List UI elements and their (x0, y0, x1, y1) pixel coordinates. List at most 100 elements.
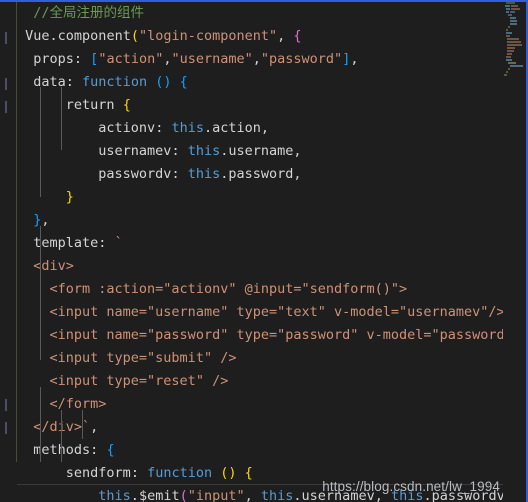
code-token: Vue (25, 28, 50, 44)
code-line[interactable]: methods: { (17, 439, 503, 462)
code-token: { (179, 74, 188, 90)
code-line[interactable]: }, (17, 209, 503, 232)
minimap-segment (503, 23, 509, 25)
minimap-segment (510, 23, 517, 25)
code-token: : (65, 74, 83, 90)
fold-rail (16, 2, 17, 462)
code-line[interactable]: Vue.component("login-component", { (17, 25, 503, 48)
code-line[interactable]: //全局注册的组件 (17, 2, 503, 25)
code-token: { (122, 97, 131, 113)
minimap-segment (511, 5, 518, 7)
minimap-segment (503, 41, 506, 43)
minimap-segment (511, 8, 520, 10)
code-line[interactable]: template: ` (17, 232, 503, 255)
code-token: . (203, 120, 213, 136)
code-token: <input type="submit" /> (49, 350, 237, 366)
code-token: template (33, 235, 99, 251)
minimap-segment (510, 20, 517, 22)
gutter-change-marker[interactable] (5, 422, 7, 434)
minimap-segment (510, 11, 515, 13)
minimap-segment (506, 8, 510, 10)
minimap[interactable] (503, 2, 524, 502)
gutter-change-marker[interactable] (5, 101, 7, 113)
code-token: function (82, 74, 148, 90)
minimap-segment (503, 11, 505, 13)
minimap-segment (503, 47, 506, 49)
code-line[interactable]: <input name="username" type="text" v-mod… (17, 301, 503, 324)
minimap-segment (508, 68, 510, 70)
code-token: passwordv (98, 166, 172, 182)
code-token: this (187, 143, 221, 159)
code-line[interactable]: actionv: this.action, (17, 117, 503, 140)
code-token: : (73, 51, 91, 67)
code-line[interactable]: return { (17, 94, 503, 117)
editor-gutter[interactable] (0, 2, 16, 502)
code-text-area[interactable]: //全局注册的组件 Vue.component("login-component… (17, 2, 503, 502)
minimap-segment (507, 53, 512, 55)
code-token: function (147, 465, 213, 481)
gutter-change-marker[interactable] (5, 32, 7, 44)
code-token: props (33, 51, 74, 67)
code-token: sendform (65, 465, 131, 481)
minimap-segment (503, 59, 505, 61)
code-line[interactable]: } (17, 186, 503, 209)
minimap-segment (506, 29, 508, 31)
code-token: <div> (33, 258, 74, 274)
code-line[interactable]: <div> (17, 255, 503, 278)
code-line[interactable]: <input name="password" type="password" v… (17, 324, 503, 347)
minimap-segment (510, 17, 516, 19)
code-line[interactable]: <form :action="actionv" @input="sendform… (17, 278, 503, 301)
code-token: . (293, 488, 302, 502)
code-token: , (252, 51, 261, 67)
minimap-segment (503, 44, 506, 46)
minimap-segment (507, 41, 521, 43)
code-token: , (260, 120, 270, 136)
code-token: , (244, 488, 261, 502)
gutter-change-marker[interactable] (5, 78, 7, 90)
code-line[interactable]: usernamev: this.username, (17, 140, 503, 163)
minimap-segment (503, 14, 507, 16)
gutter-change-marker[interactable] (5, 399, 7, 411)
code-line[interactable]: passwordv: this.password, (17, 163, 503, 186)
code-token: ( (179, 488, 188, 502)
code-line[interactable]: </div>`, (17, 416, 503, 439)
code-token: . (130, 488, 139, 502)
minimap-segment (505, 5, 510, 7)
code-token: "username" (171, 51, 253, 67)
code-token: "password" (260, 51, 343, 67)
minimap-segment (503, 68, 507, 70)
code-token: } (65, 189, 74, 205)
code-token: : (171, 143, 188, 159)
watermark-url: https://blog.csdn.net/lw_1994 (322, 479, 500, 494)
code-token: action (212, 120, 261, 136)
minimap-segment (507, 50, 514, 52)
code-token: () (220, 465, 237, 481)
code-token: ( (130, 28, 139, 44)
code-token: this (98, 488, 131, 502)
minimap-segment (503, 20, 509, 22)
minimap-segment (503, 35, 505, 37)
code-line[interactable]: <input type="reset" /> (17, 370, 503, 393)
code-line[interactable]: data: function () { (17, 71, 503, 94)
minimap-line (503, 74, 524, 77)
code-line[interactable]: props: ["action","username","password"], (17, 48, 503, 71)
minimap-segment (503, 65, 509, 67)
code-token: <input name="username" type="text" v-mod… (49, 304, 503, 320)
code-token: , (90, 419, 99, 435)
code-line[interactable]: <input type="submit" /> (17, 347, 503, 370)
code-token: : (98, 235, 115, 251)
code-token: { (244, 465, 253, 481)
code-line[interactable]: </form> (17, 393, 503, 416)
